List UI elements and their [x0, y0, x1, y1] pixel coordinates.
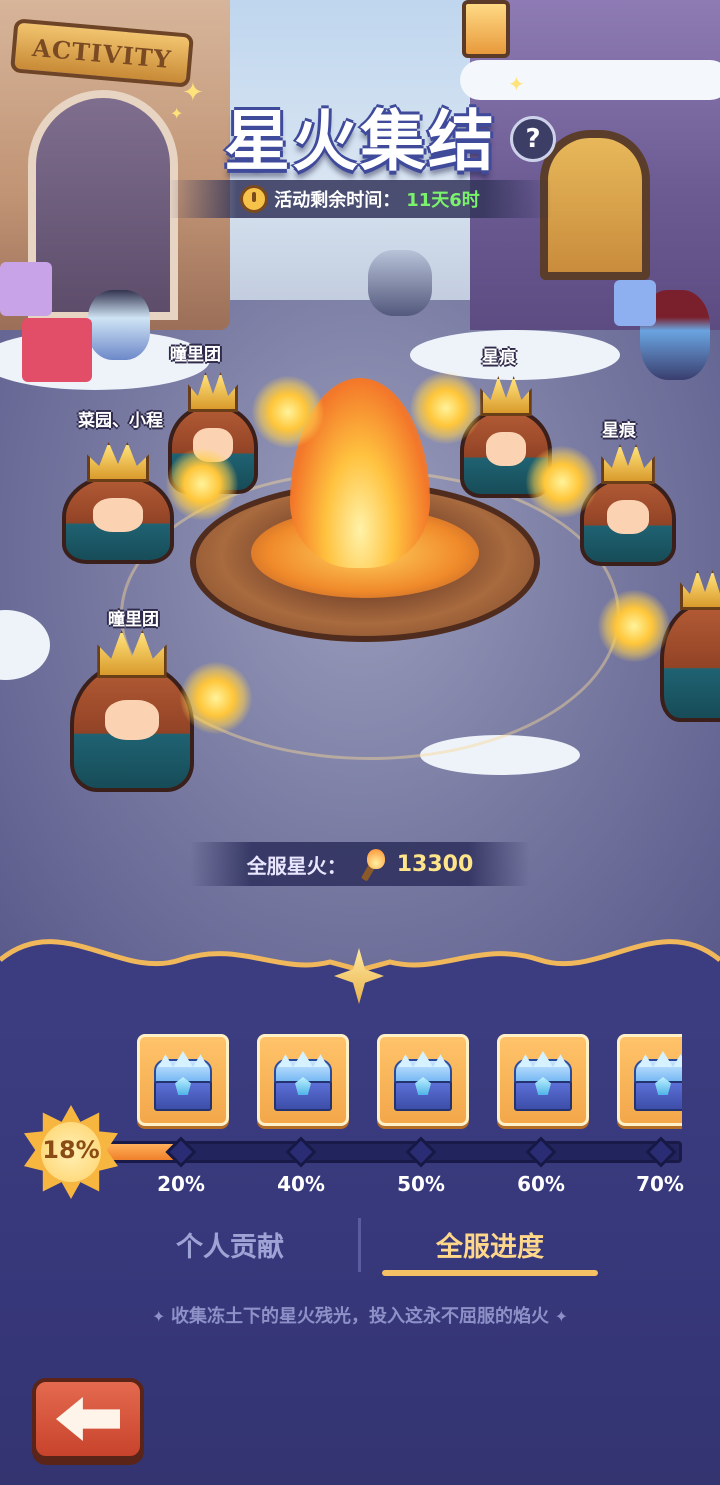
- clock-icon: [240, 185, 269, 213]
- progress-badge: 18%: [24, 1105, 118, 1199]
- ice-chest-icon: [630, 1051, 682, 1113]
- ice-chest-icon: [390, 1051, 456, 1113]
- ice-chest-icon: [150, 1051, 216, 1113]
- timer-label: 活动剩余时间：: [274, 190, 401, 211]
- ice-chest-icon: [270, 1051, 336, 1113]
- player-character[interactable]: [598, 566, 720, 726]
- milestone-label: 60%: [517, 1172, 565, 1196]
- campfire-scene: ACTIVITY 曈里团 菜园、小程 星痕 星痕 曈里团 ✦ ✦ ✦ 星火集结 …: [0, 0, 720, 1010]
- player-name: 菜园、小程: [78, 411, 163, 431]
- crown-icon: [97, 630, 167, 678]
- crown-icon: [679, 570, 720, 610]
- server-total-label: 全服星火：: [246, 853, 347, 878]
- player-name: 星痕: [602, 421, 636, 441]
- tab-server-progress[interactable]: 全服进度: [370, 1214, 610, 1274]
- crown-icon: [86, 442, 150, 482]
- reward-chest-slot[interactable]: [137, 1034, 229, 1126]
- active-tab-underline: [382, 1270, 598, 1276]
- crown-icon: [480, 376, 532, 416]
- music-block: [22, 318, 92, 382]
- reward-row[interactable]: [120, 1020, 682, 1130]
- milestone-label: 50%: [397, 1172, 445, 1196]
- progress-percent: 18%: [42, 1136, 100, 1164]
- event-timer: 活动剩余时间： 11天6时: [168, 180, 552, 218]
- player-name: 星痕: [482, 348, 516, 368]
- milestone-label: 40%: [277, 1172, 325, 1196]
- gift-box: [614, 280, 656, 326]
- diamond-icon: ✦: [152, 1307, 171, 1326]
- server-total-value: 13300: [396, 851, 474, 877]
- torch-icon: [598, 590, 670, 662]
- npc-girl[interactable]: [88, 290, 150, 360]
- player-name: 曈里团: [108, 610, 159, 630]
- crown-icon: [601, 444, 655, 484]
- torch-icon: [357, 849, 387, 882]
- reward-chest-slot[interactable]: [497, 1034, 589, 1126]
- tab-divider: [358, 1218, 361, 1272]
- milestone-label: 20%: [157, 1172, 205, 1196]
- character-face: [606, 500, 650, 534]
- timer-value: 11天6时: [406, 190, 480, 211]
- player-character[interactable]: [526, 440, 676, 568]
- player-name: 曈里团: [170, 345, 221, 365]
- milestone-label: 70%: [636, 1172, 684, 1196]
- back-arrow-icon: [56, 1397, 120, 1441]
- event-title: 星火集结: [224, 103, 496, 180]
- back-button[interactable]: [32, 1378, 144, 1460]
- diamond-icon: ✦: [549, 1307, 568, 1326]
- npc-robot[interactable]: [368, 250, 432, 316]
- tagline: ✦ 收集冻土下的星火残光，投入这永不屈服的焰火 ✦: [0, 1302, 720, 1328]
- help-button[interactable]: ?: [510, 116, 556, 162]
- player-character[interactable]: [62, 438, 238, 578]
- tagline-text: 收集冻土下的星火残光，投入这永不屈服的焰火: [171, 1306, 549, 1327]
- activity-sign-text: ACTIVITY: [31, 32, 173, 74]
- torch-icon: [252, 376, 324, 448]
- torch-icon: [166, 448, 238, 520]
- torch-icon: [180, 662, 252, 734]
- lantern-icon: [462, 0, 510, 58]
- player-character[interactable]: [70, 626, 252, 802]
- server-total-sparks: 全服星火： 13300: [190, 842, 530, 886]
- tab-bar: 个人贡献 全服进度: [100, 1214, 620, 1284]
- character-face: [485, 432, 527, 466]
- character-face: [93, 498, 143, 532]
- torch-icon: [410, 372, 482, 444]
- tab-personal-contribution[interactable]: 个人贡献: [110, 1214, 350, 1274]
- reward-chest-slot[interactable]: [377, 1034, 469, 1126]
- torch-icon: [526, 446, 598, 518]
- reward-chest-slot[interactable]: [257, 1034, 349, 1126]
- character-face: [104, 700, 160, 740]
- reward-chest-slot[interactable]: [617, 1034, 682, 1126]
- crown-icon: [187, 372, 239, 412]
- music-block: [0, 262, 52, 316]
- ice-chest-icon: [510, 1051, 576, 1113]
